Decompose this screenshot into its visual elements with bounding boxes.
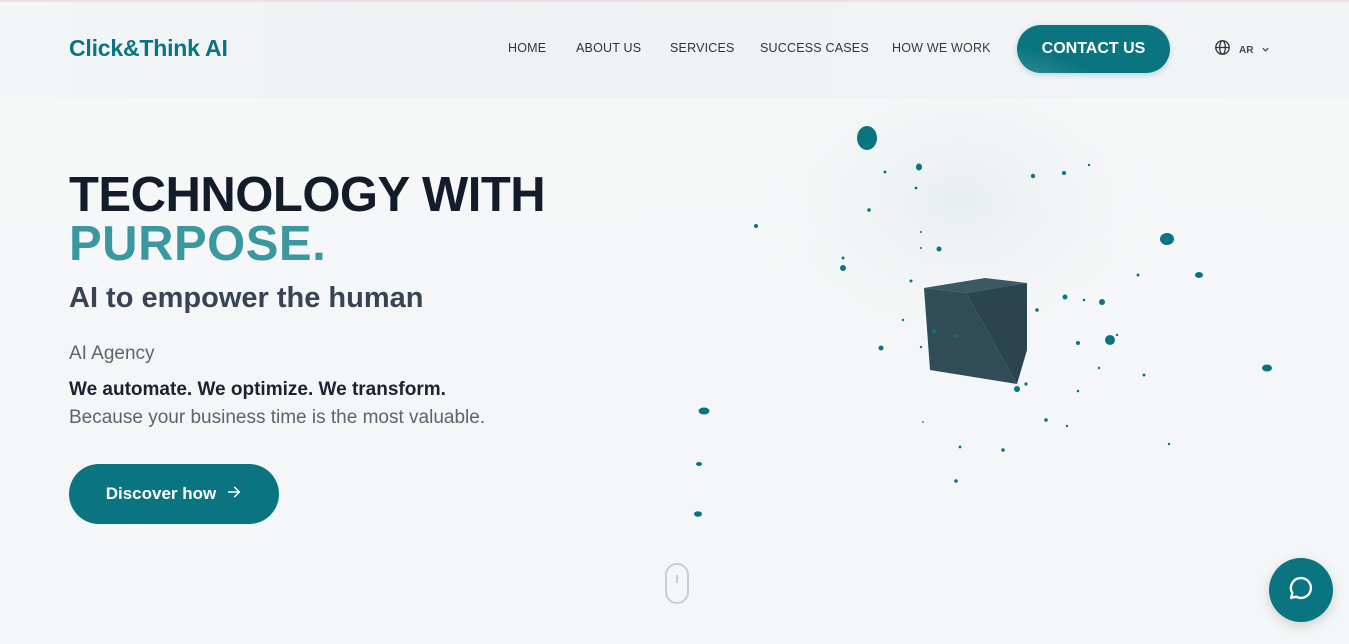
- hero-tagline: We automate. We optimize. We transform.: [69, 379, 446, 400]
- discover-how-button[interactable]: Discover how: [69, 464, 279, 524]
- chat-button[interactable]: [1269, 558, 1333, 622]
- nav-services[interactable]: SERVICES: [670, 41, 735, 55]
- language-switcher[interactable]: AR: [1214, 39, 1270, 61]
- hero-kicker: AI Agency: [69, 343, 155, 364]
- scroll-wheel: [676, 575, 678, 583]
- hero-title: TECHNOLOGY WITH: [69, 168, 546, 222]
- contact-us-button[interactable]: CONTACT US: [1017, 25, 1170, 73]
- site-header: Click&Think AI HOME ABOUT US SERVICES SU…: [0, 2, 1349, 98]
- particles: [694, 126, 1272, 517]
- globe-icon: [1214, 39, 1231, 61]
- mouse-scroll-icon[interactable]: [665, 563, 689, 604]
- arrow-right-icon: [226, 484, 242, 505]
- nav-home[interactable]: HOME: [508, 41, 546, 55]
- discover-how-label: Discover how: [105, 484, 217, 503]
- hero-title-accent: PURPOSE.: [69, 217, 327, 271]
- nav-success-cases[interactable]: SUCCESS CASES: [760, 41, 869, 55]
- chat-bubble-icon: [1287, 574, 1315, 607]
- hero-description: Because your business time is the most v…: [69, 407, 486, 428]
- hero-subtitle: AI to empower the human: [69, 282, 424, 314]
- nav-about-us[interactable]: ABOUT US: [576, 41, 641, 55]
- language-code: AR: [1239, 44, 1254, 56]
- nav-how-we-work[interactable]: HOW WE WORK: [892, 41, 991, 55]
- chevron-down-icon: [1261, 41, 1270, 59]
- brand-logo[interactable]: Click&Think AI: [69, 35, 228, 62]
- cube: [924, 278, 1027, 384]
